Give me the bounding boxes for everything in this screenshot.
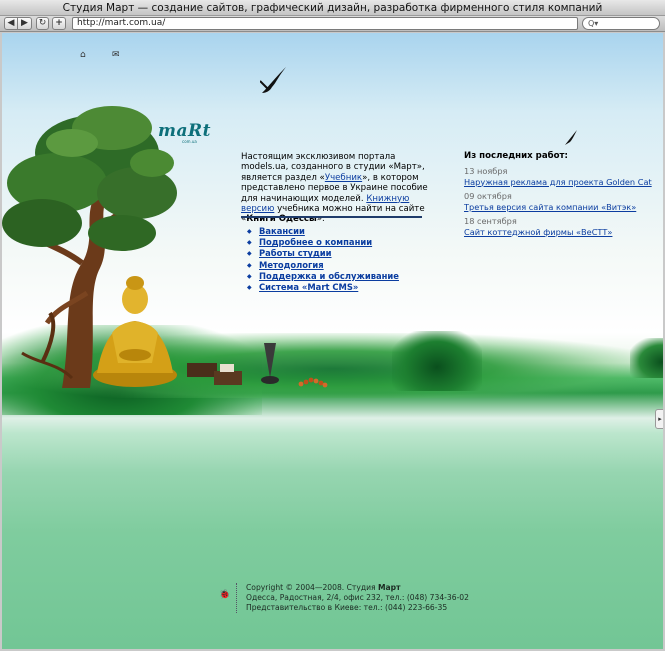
- news-link[interactable]: Сайт коттеджной фирмы «ВеСТТ»: [464, 227, 612, 237]
- page-content: ⌂ ✉ maRt com.ua Настоящим эксклюзивом по…: [2, 33, 663, 649]
- forward-button[interactable]: ▶: [18, 17, 32, 30]
- logo[interactable]: maRt: [158, 121, 211, 141]
- news-item: 18 сентября Сайт коттеджной фирмы «ВеСТТ…: [464, 216, 662, 237]
- footer-copyright-prefix: Copyright © 2004—2008. Студия: [246, 583, 378, 592]
- ladybug-icon: 🐞: [219, 590, 231, 600]
- reload-button[interactable]: ↻: [36, 17, 49, 30]
- menu-item-cms[interactable]: ◆ Система «Mart CMS»: [247, 282, 399, 293]
- bullet-icon: ◆: [247, 250, 252, 258]
- footer-brand: Март: [378, 583, 401, 592]
- bullet-icon: ◆: [247, 239, 252, 247]
- menu-item-label[interactable]: Работы студии: [259, 248, 332, 258]
- footer-kiev: Представительство в Киеве: тел.: (044) 2…: [246, 603, 448, 612]
- home-icon[interactable]: ⌂: [80, 50, 86, 60]
- logo-subtitle: com.ua: [182, 139, 197, 144]
- menu-item-label[interactable]: Методология: [259, 260, 324, 270]
- footer-copyright: Copyright © 2004—2008. Студия Март: [246, 583, 469, 593]
- news-title: Из последних работ:: [464, 151, 568, 161]
- bullet-icon: ◆: [247, 284, 252, 292]
- book-icon: [214, 371, 242, 385]
- news-item: 13 ноября Наружная реклама для проекта G…: [464, 166, 662, 187]
- news-date: 13 ноября: [464, 166, 508, 176]
- address-bar[interactable]: http://mart.com.ua/: [72, 17, 578, 30]
- footer-address: Одесса, Радостная, 2/4, офис 232, тел.: …: [246, 593, 469, 602]
- news-date: 18 сентября: [464, 216, 517, 226]
- bullet-icon: ◆: [247, 261, 252, 269]
- add-bookmark-button[interactable]: +: [52, 17, 66, 30]
- menu-item-support[interactable]: ◆ Поддержка и обслуживание: [247, 271, 399, 282]
- menu-item-label[interactable]: Система «Mart CMS»: [259, 282, 358, 292]
- footer-separator: [236, 583, 237, 613]
- bird-small-icon: [565, 130, 577, 145]
- search-field[interactable]: Q▾: [582, 17, 660, 30]
- news-link[interactable]: Наружная реклама для проекта Golden Cat: [464, 177, 652, 187]
- vajra-bell-icon: [264, 343, 276, 378]
- divider: [241, 216, 422, 218]
- beads-icon: [303, 379, 309, 385]
- textbook-link[interactable]: Учебник: [325, 173, 362, 183]
- menu-item-label[interactable]: Подробнее о компании: [259, 237, 372, 247]
- menu-item-works[interactable]: ◆ Работы студии: [247, 248, 399, 259]
- menu-item-label[interactable]: Поддержка и обслуживание: [259, 271, 399, 281]
- buddha-tree-illustration: [2, 106, 328, 388]
- bullet-icon: ◆: [247, 228, 252, 235]
- news-link[interactable]: Третья версия сайта компании «Витэк»: [464, 202, 636, 212]
- footer: Copyright © 2004—2008. Студия Март Одесс…: [246, 583, 469, 613]
- side-tab-button[interactable]: ▸: [655, 409, 663, 429]
- back-button[interactable]: ◀: [4, 17, 18, 30]
- news-date: 09 октября: [464, 191, 512, 201]
- menu-item-about[interactable]: ◆ Подробнее о компании: [247, 237, 399, 248]
- intro-text: Настоящим эксклюзивом портала models.ua,…: [241, 152, 441, 225]
- window-title-bar: Студия Март — создание сайтов, графическ…: [0, 0, 665, 16]
- menu-item-vacancies[interactable]: ◆ Вакансии: [247, 226, 399, 237]
- buddha-statue-icon: [93, 276, 177, 387]
- bullet-icon: ◆: [247, 272, 252, 280]
- news-item: 09 октября Третья версия сайта компании …: [464, 191, 662, 212]
- browser-toolbar: ◀ ▶ ↻ + http://mart.com.ua/ Q▾: [0, 16, 665, 32]
- main-menu: ◆ Вакансии ◆ Подробнее о компании ◆ Работы …: [247, 226, 399, 293]
- news-list: 13 ноября Наружная реклама для проекта G…: [464, 166, 662, 241]
- menu-item-label[interactable]: Вакансии: [259, 226, 305, 236]
- menu-item-methodology[interactable]: ◆ Методология: [247, 260, 399, 271]
- bird-icon: [260, 67, 286, 93]
- window-title: Студия Март — создание сайтов, графическ…: [62, 2, 603, 14]
- box-icon: [187, 363, 217, 377]
- mail-icon[interactable]: ✉: [112, 50, 120, 60]
